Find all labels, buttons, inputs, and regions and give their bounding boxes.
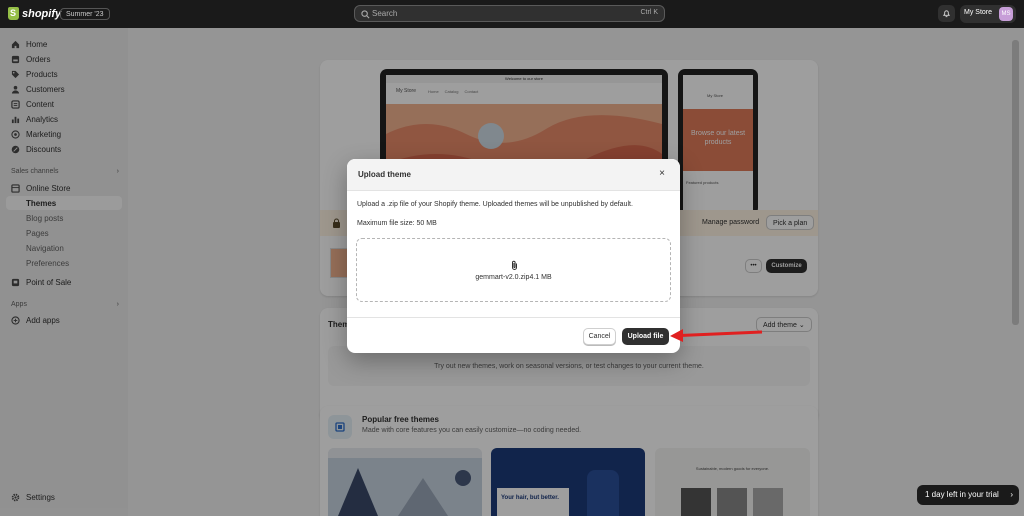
avatar: MS	[999, 7, 1013, 21]
paperclip-icon	[512, 260, 517, 270]
upload-file-button[interactable]: Upload file	[622, 328, 669, 345]
shopify-bag-icon	[8, 7, 19, 20]
top-bar: shopify Summer '23 Search Ctrl K My Stor…	[0, 0, 1024, 28]
search-placeholder: Search	[372, 9, 398, 18]
bell-icon	[942, 10, 951, 18]
close-icon[interactable]: ×	[655, 167, 669, 181]
max-file-size: Maximum file size: 50 MB	[357, 220, 437, 227]
search-bar[interactable]: Search Ctrl K	[354, 5, 665, 22]
dialog-description: Upload a .zip file of your Shopify theme…	[357, 201, 633, 208]
notifications-button[interactable]	[938, 5, 955, 22]
dialog-header: Upload theme ×	[347, 159, 680, 191]
chevron-right-icon: ›	[1010, 490, 1013, 499]
cancel-button[interactable]: Cancel	[583, 328, 616, 345]
brand-name: shopify	[22, 7, 62, 20]
trial-banner-button[interactable]: 1 day left in your trial ›	[917, 485, 1019, 505]
annotation-arrow	[670, 329, 763, 342]
store-menu-button[interactable]: My Store MS	[960, 5, 1016, 23]
trial-text: 1 day left in your trial	[925, 490, 999, 499]
edition-badge: Summer '23	[60, 8, 110, 20]
store-name: My Store	[964, 9, 993, 16]
search-shortcut: Ctrl K	[640, 9, 659, 16]
uploaded-file-name: gemmart-v2.0.zip4.1 MB	[475, 274, 552, 281]
file-drop-zone[interactable]: gemmart-v2.0.zip4.1 MB	[356, 238, 671, 302]
dialog-title: Upload theme	[358, 170, 411, 179]
shopify-logo[interactable]: shopify	[8, 7, 61, 20]
dialog-footer: Cancel Upload file	[347, 317, 680, 353]
search-icon	[361, 10, 370, 19]
upload-theme-dialog: Upload theme × Upload a .zip file of you…	[347, 159, 680, 353]
